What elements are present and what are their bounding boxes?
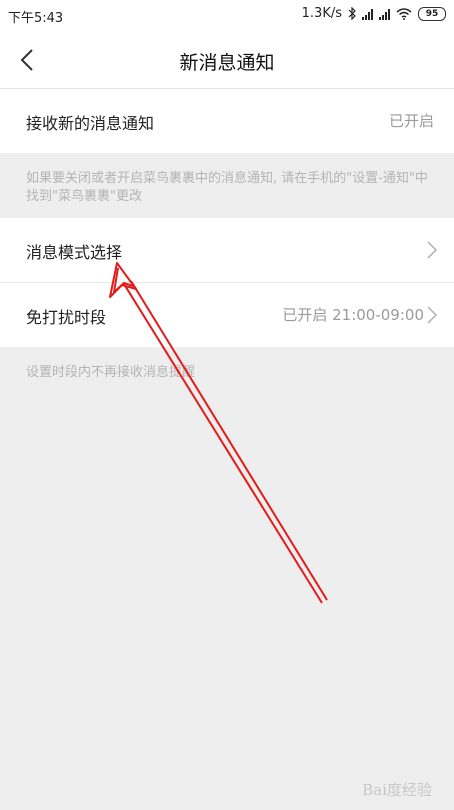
chevron-right-icon	[427, 306, 438, 324]
status-time: 下午5:43	[8, 11, 64, 26]
watermark-logo: Bai度经验	[362, 781, 432, 799]
nav-bar: 新消息通知	[0, 32, 454, 89]
do-not-disturb-hint: 设置时段内不再接收消息提醒	[26, 365, 196, 380]
signal-icon-2	[379, 8, 390, 20]
notification-hint: 如果要关闭或者开启菜鸟裹裹中的消息通知, 请在手机的"设置-通知"中找到"菜鸟裹…	[26, 171, 428, 204]
receive-notifications-row[interactable]: 接收新的消息通知 已开启	[0, 89, 454, 153]
signal-icon	[362, 8, 373, 20]
receive-notifications-label: 接收新的消息通知	[26, 114, 155, 133]
network-speed: 1.3K/s	[301, 6, 342, 21]
status-icons: 1.3K/s 95	[302, 6, 446, 21]
page-title: 新消息通知	[179, 52, 275, 74]
do-not-disturb-row[interactable]: 免打扰时段 已开启 21:00-09:00	[0, 283, 454, 347]
receive-notifications-status: 已开启	[388, 112, 434, 130]
battery-icon: 95	[418, 6, 446, 21]
do-not-disturb-status: 已开启 21:00-09:00	[282, 306, 424, 324]
bluetooth-icon	[348, 7, 356, 20]
do-not-disturb-label: 免打扰时段	[26, 308, 107, 327]
message-mode-label: 消息模式选择	[26, 243, 123, 262]
status-bar: 下午5:43 1.3K/s 95	[0, 0, 454, 32]
chevron-right-icon	[427, 241, 438, 259]
message-mode-row[interactable]: 消息模式选择	[0, 218, 454, 282]
wifi-icon	[396, 7, 412, 20]
